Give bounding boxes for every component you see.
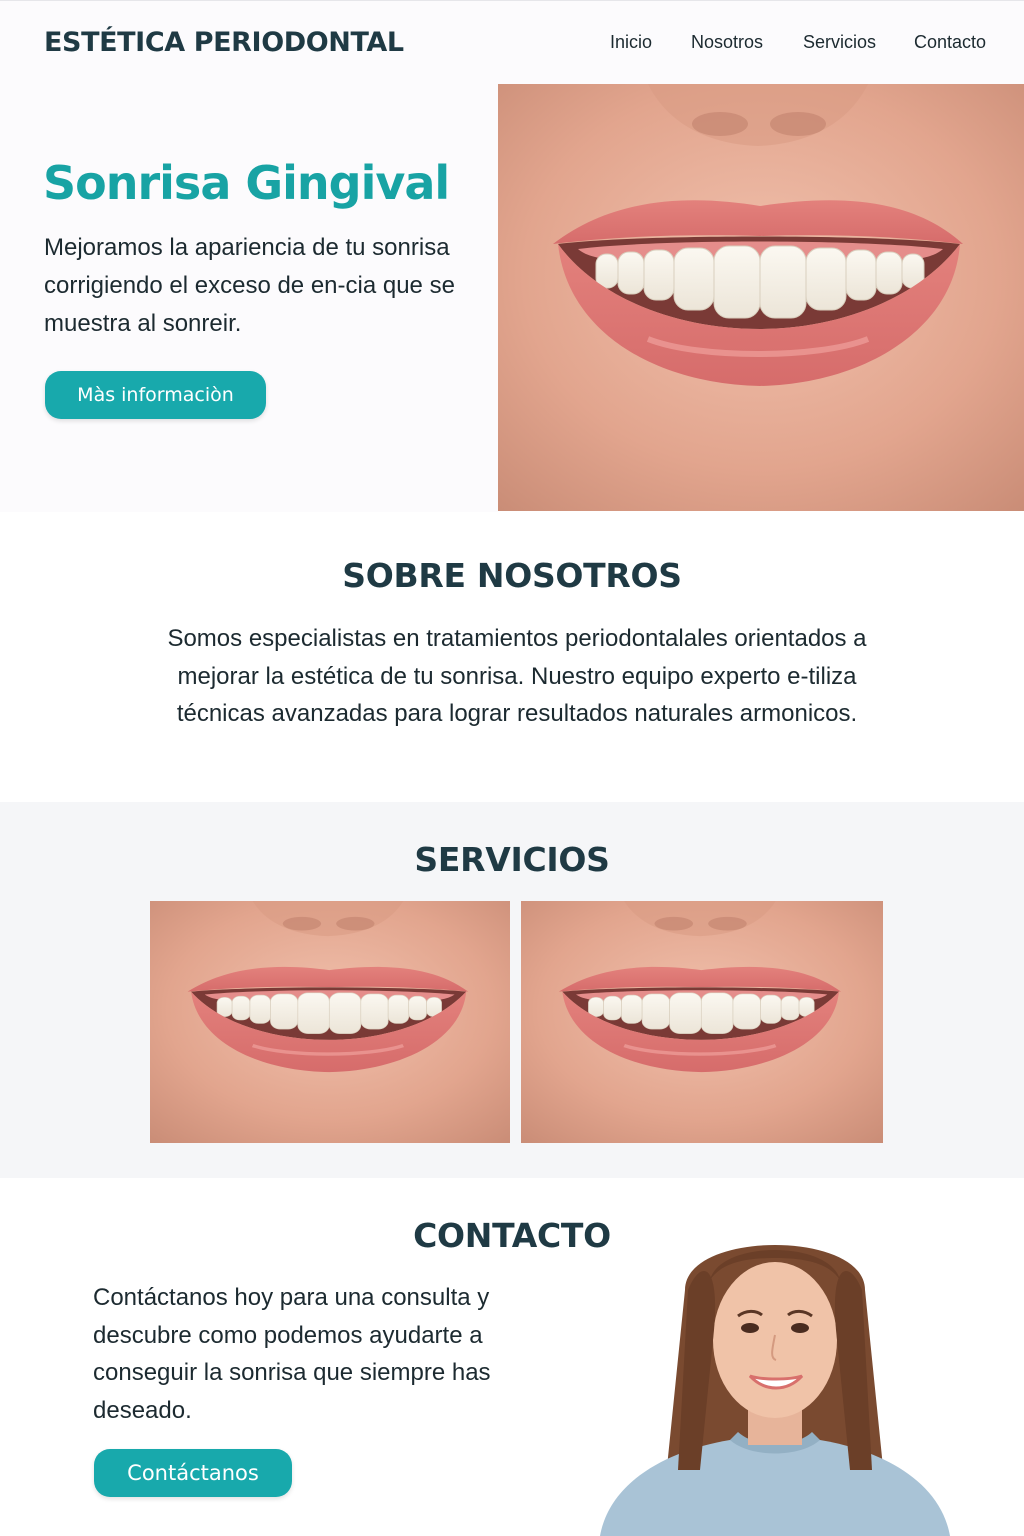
nav-link-contacto[interactable]: Contacto: [914, 32, 986, 53]
nav-link-inicio[interactable]: Inicio: [610, 32, 652, 53]
main-nav: Inicio Nosotros Servicios Contacto: [0, 32, 1024, 56]
about-description: Somos especialistas en tratamientos peri…: [167, 625, 867, 727]
services-section-title: SERVICIOS: [414, 840, 610, 879]
site-header: ESTÉTICA PERIODONTAL Inicio Nosotros Ser…: [0, 0, 1024, 84]
nav-link-servicios[interactable]: Servicios: [803, 32, 876, 53]
more-info-button[interactable]: Màs informaciòn: [45, 371, 266, 419]
hero-description: Mejoramos la apariencia de tu sonrisa co…: [44, 234, 455, 337]
contact-button[interactable]: Contáctanos: [94, 1449, 292, 1497]
hero-title: Sonrisa Gingival: [43, 156, 450, 210]
contact-description: Contáctanos hoy para una consulta y desc…: [93, 1284, 491, 1424]
nav-link-nosotros[interactable]: Nosotros: [691, 32, 763, 53]
smiling-woman-photo: [590, 1220, 960, 1536]
hero-smile-photo: [498, 84, 1024, 511]
service-before-photo: [150, 901, 510, 1143]
about-section-title: SOBRE NOSOTROS: [342, 556, 682, 595]
service-after-photo: [521, 901, 883, 1143]
